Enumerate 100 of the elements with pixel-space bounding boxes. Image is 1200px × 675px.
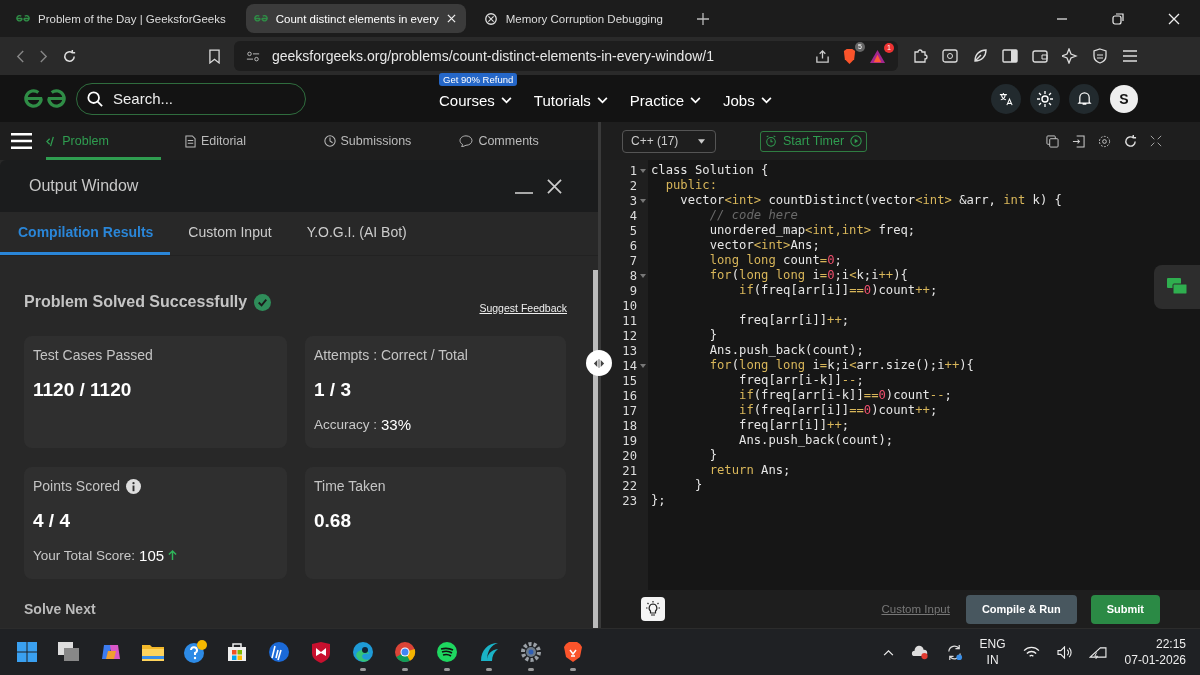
search-input[interactable]: Search... xyxy=(111,89,295,108)
comment-icon xyxy=(459,135,474,147)
question-icon xyxy=(183,640,207,664)
sparkle-icon[interactable] xyxy=(1062,48,1078,64)
search-icon[interactable] xyxy=(942,48,958,64)
fullscreen-icon[interactable] xyxy=(1150,135,1162,147)
compile-run-button[interactable]: Compile & Run xyxy=(965,594,1077,624)
copy-icon[interactable] xyxy=(1046,134,1059,148)
import-icon[interactable] xyxy=(1072,134,1085,148)
bookmark-icon[interactable] xyxy=(209,48,220,64)
wallet-icon[interactable] xyxy=(1032,48,1048,64)
clock-date[interactable]: 07-01-2026 xyxy=(1124,652,1186,668)
lion-shield-icon[interactable] xyxy=(842,47,857,65)
stat-label: Accuracy : xyxy=(314,417,378,432)
stat-value: 4 / 4 xyxy=(33,510,71,532)
wifi-icon[interactable] xyxy=(1022,645,1040,659)
reset-icon[interactable] xyxy=(1124,134,1137,148)
caret-icon xyxy=(698,138,705,144)
language-dropdown[interactable]: C++ (17) xyxy=(622,129,716,153)
cloud-icon[interactable] xyxy=(910,644,929,660)
sync-icon[interactable] xyxy=(945,643,963,661)
output-tab[interactable]: Y.O.G.I. (AI Bot) xyxy=(288,212,424,255)
site-settings-icon[interactable] xyxy=(246,50,260,62)
triangle-icon[interactable] xyxy=(869,48,886,64)
chevron-up-icon[interactable] xyxy=(882,648,894,656)
lion-shield-icon xyxy=(563,641,583,663)
stat-label: Points Scored xyxy=(33,478,121,494)
code-line: class Solution { xyxy=(651,163,769,178)
notification-button[interactable] xyxy=(1069,83,1099,114)
fold-caret-icon[interactable] xyxy=(639,273,646,278)
feedback-link[interactable]: Suggest Feedback xyxy=(479,302,567,314)
forward-icon[interactable] xyxy=(39,49,48,63)
line-number: 19 xyxy=(621,433,637,448)
promo-badge: Get 90% Refund xyxy=(439,73,518,86)
battery-icon[interactable] xyxy=(1088,645,1108,659)
stat-label: Attempts : Correct / Total xyxy=(314,347,468,363)
stat-value: 1 / 3 xyxy=(314,379,352,401)
submit-button[interactable]: Submit xyxy=(1090,594,1160,624)
code-line: Ans.push_back(count); xyxy=(738,433,894,448)
code-line: for(long long i=k;i<arr.size();i++){ xyxy=(708,358,974,373)
line-number: 9 xyxy=(628,283,637,298)
problem-tab[interactable]: Comments xyxy=(459,122,574,160)
speaker-icon[interactable] xyxy=(1056,645,1072,659)
fold-caret-icon[interactable] xyxy=(639,363,646,368)
caret-icon xyxy=(500,97,512,104)
stat-value: 1120 / 1120 xyxy=(33,379,133,401)
menu-icon[interactable] xyxy=(1122,49,1138,63)
info-icon[interactable] xyxy=(126,478,142,494)
alarm-clock-icon xyxy=(765,135,777,147)
knot-icon xyxy=(483,11,498,26)
nav-menu[interactable]: Tutorials xyxy=(533,92,608,109)
browser-tab[interactable]: Memory Corruption Debugging xyxy=(475,4,673,33)
fold-caret-icon[interactable] xyxy=(639,168,646,173)
problem-tab[interactable]: Editorial xyxy=(184,122,300,160)
theme-button[interactable] xyxy=(1030,83,1060,114)
hint-button[interactable] xyxy=(641,597,665,621)
sidebar-icon[interactable] xyxy=(1002,48,1018,64)
logo-icon[interactable] xyxy=(22,88,68,109)
timer-button[interactable]: Start Timer xyxy=(760,130,868,152)
settings-icon[interactable] xyxy=(1098,134,1111,148)
line-number: 14 xyxy=(621,358,637,373)
resize-arrows-icon xyxy=(593,358,605,368)
translate-button[interactable] xyxy=(991,83,1021,114)
restore-icon[interactable] xyxy=(1112,12,1124,25)
chat-button[interactable] xyxy=(1154,265,1200,309)
check-icon xyxy=(254,293,272,311)
shield-icon[interactable] xyxy=(1092,48,1108,64)
play-icon xyxy=(850,135,863,147)
nav-menu[interactable]: Courses xyxy=(439,92,512,109)
back-icon[interactable] xyxy=(16,49,25,63)
puzzle-icon[interactable] xyxy=(912,48,928,64)
folder-icon xyxy=(142,643,164,661)
line-number: 8 xyxy=(628,268,637,283)
minimize-icon[interactable] xyxy=(515,191,533,195)
leaf-icon[interactable] xyxy=(972,48,988,64)
problem-tab[interactable]: Submissions xyxy=(323,122,460,160)
browser-tab[interactable]: Count distinct elements in every xyxy=(245,4,466,33)
browser-tab[interactable]: Problem of the Day | GeeksforGeeks xyxy=(8,4,236,33)
section-heading: Solve Next xyxy=(24,601,97,617)
line-number: 2 xyxy=(628,178,637,193)
site-icon xyxy=(253,14,268,23)
output-tab[interactable]: Custom Input xyxy=(170,212,289,255)
fold-caret-icon[interactable] xyxy=(639,198,646,203)
clock-time[interactable]: 22:15 xyxy=(1155,636,1186,652)
share-icon[interactable] xyxy=(815,48,830,64)
custom-input-link[interactable]: Custom Input xyxy=(881,603,950,615)
reload-icon[interactable] xyxy=(62,48,77,64)
line-number: 3 xyxy=(628,193,637,208)
code-line: freq[arr[i]]++; xyxy=(738,313,850,328)
user-avatar[interactable]: S xyxy=(1110,84,1138,113)
language-indicator[interactable]: ENG xyxy=(979,636,1006,652)
region-indicator[interactable]: IN xyxy=(986,652,999,668)
close-icon[interactable] xyxy=(547,178,562,194)
nav-menu[interactable]: Practice xyxy=(629,92,701,109)
nav-menu[interactable]: Jobs xyxy=(723,92,772,109)
output-tab[interactable]: Compilation Results xyxy=(0,212,171,255)
code-line: freq[arr[i-k]]--; xyxy=(738,373,864,388)
search-icon xyxy=(87,89,103,108)
new-tab-icon[interactable] xyxy=(696,12,709,25)
caret-icon xyxy=(690,97,701,104)
